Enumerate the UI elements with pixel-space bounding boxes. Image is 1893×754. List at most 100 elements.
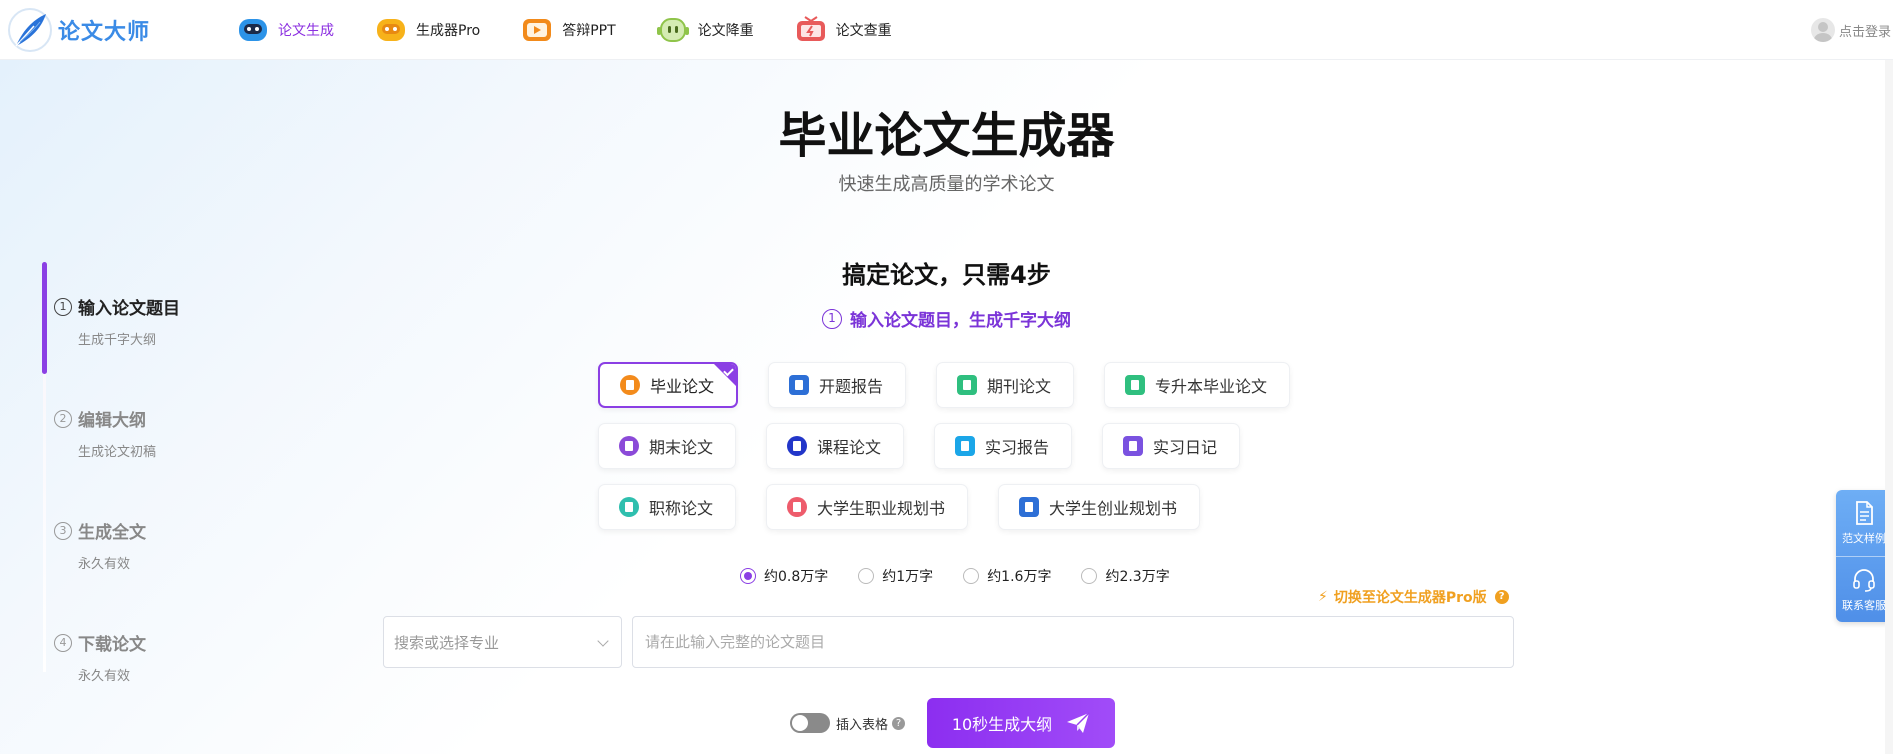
floating-side-bar: 范文样例 联系客服 [1836,490,1892,622]
startup-icon [1019,497,1040,517]
word-count-label: 约2.3万字 [1105,569,1170,585]
paper-type-label: 期末论文 [649,438,714,457]
help-icon[interactable]: ? [892,716,906,730]
generate-outline-button[interactable]: 10秒生成大纲 [927,698,1115,748]
paper-type-label: 毕业论文 [650,377,715,396]
float-label: 联系客服 [1842,598,1886,612]
page-subtitle: 快速生成高质量的学术论文 [838,174,1055,195]
page-scrollbar[interactable] [1885,60,1893,754]
word-count-label: 约0.8万字 [764,569,829,585]
feather-pen-logo-icon [8,8,52,52]
paper-type-proposal[interactable]: 开题报告 [768,362,907,408]
step-3[interactable]: 3 生成全文 永久有效 [54,518,146,572]
nav-item-paper-generate[interactable]: 论文生成 [236,12,334,48]
top-header: 论文大师 论文生成 生成器Pro 答辩PPT 论文降重 论文查重 点击登录 [0,0,1893,60]
insert-table-toggle-group: 插入表格 ? [790,713,906,733]
chevron-down-icon [597,635,609,647]
major-select-placeholder: 搜索或选择专业 [394,633,500,652]
paper-type-label: 实习日记 [1153,438,1218,457]
step-title: 编辑大纲 [78,411,146,431]
paper-type-upgrade-graduation[interactable]: 专升本毕业论文 [1104,362,1291,408]
green-robot-icon [656,18,689,42]
contact-support-button[interactable]: 联系客服 [1836,556,1892,622]
paper-type-startup-plan[interactable]: 大学生创业规划书 [998,484,1201,530]
float-label: 范文样例 [1842,532,1886,545]
word-count-label: 约1万字 [882,569,934,585]
paper-type-course[interactable]: 课程论文 [766,423,905,469]
word-count-option-0-8w[interactable]: 约0.8万字 [740,566,828,586]
list-icon [955,436,976,456]
help-icon[interactable]: ? [1494,590,1509,604]
paper-type-row: 毕业论文 开题报告 期刊论文 专升本毕业论文 [598,362,1338,408]
paper-type-professional-title[interactable]: 职称论文 [598,484,737,530]
paper-title-input[interactable] [632,616,1514,668]
paper-type-label: 实习报告 [985,438,1050,457]
login-button[interactable]: 点击登录 [1810,18,1891,42]
paper-type-graduation[interactable]: 毕业论文 [598,362,739,408]
step-subtitle: 永久有效 [78,557,131,572]
radio-button[interactable] [858,568,875,584]
pencil-icon [1123,436,1144,456]
insert-table-toggle[interactable] [790,713,830,733]
nav-item-plagiarism-check[interactable]: 论文查重 [794,12,892,48]
step-title: 生成全文 [78,523,146,543]
login-label: 点击登录 [1838,24,1891,40]
paper-type-career-plan[interactable]: 大学生职业规划书 [766,484,969,530]
paper-type-label: 职称论文 [649,499,714,518]
nav-label: 论文降重 [697,23,754,39]
paper-type-final-exam[interactable]: 期末论文 [598,423,737,469]
radio-button[interactable] [740,568,756,584]
paper-plane-icon [1067,712,1090,733]
exam-icon [619,436,639,456]
radio-button[interactable] [963,568,980,584]
nav-label: 论文查重 [835,23,892,39]
report-icon [789,375,810,395]
current-step-number: 1 [822,308,842,329]
avatar-icon [1810,18,1835,42]
headset-icon [1853,568,1875,592]
journal-icon [957,375,978,395]
paper-type-label: 开题报告 [819,377,884,396]
nav-item-defense-ppt[interactable]: 答辩PPT [520,12,616,48]
nav-label: 论文生成 [278,23,334,39]
brand-logo[interactable]: 论文大师 [6,6,150,54]
word-count-option-2-3w[interactable]: 约2.3万字 [1081,566,1170,586]
switch-to-pro-link[interactable]: ⚡ 切换至论文生成器Pro版 ? [1318,587,1509,607]
certificate-icon [619,497,639,517]
career-icon [787,497,808,517]
robot-icon [239,19,267,41]
paper-type-journal[interactable]: 期刊论文 [936,362,1075,408]
paper-type-label: 课程论文 [817,438,882,457]
paper-type-row: 职称论文 大学生职业规划书 大学生创业规划书 [598,484,1338,530]
step-4[interactable]: 4 下载论文 永久有效 [54,630,146,684]
paper-type-internship-report[interactable]: 实习报告 [934,423,1073,469]
page-title: 毕业论文生成器 [778,108,1115,164]
step-2[interactable]: 2 编辑大纲 生成论文初稿 [54,406,156,460]
step-title: 下载论文 [78,635,146,655]
word-count-options: 约0.8万字 约1万字 约1.6万字 约2.3万字 [740,566,1200,586]
sample-papers-button[interactable]: 范文样例 [1836,490,1892,556]
main-nav: 论文生成 生成器Pro 答辩PPT 论文降重 论文查重 [236,12,932,48]
nav-label: 答辩PPT [562,23,616,39]
step-number: 3 [54,521,72,540]
step-number: 4 [54,633,72,652]
nav-item-generator-pro[interactable]: 生成器Pro [374,12,480,48]
step-subtitle: 永久有效 [78,669,131,684]
paper-type-label: 期刊论文 [987,377,1052,396]
course-icon [787,436,808,456]
step-number: 2 [54,409,72,428]
step-subtitle: 生成千字大纲 [78,333,157,348]
step-subtitle: 生成论文初稿 [78,445,157,460]
word-count-option-1w[interactable]: 约1万字 [858,566,933,586]
robot-pro-icon [377,19,405,41]
radio-button[interactable] [1081,568,1098,584]
paper-type-internship-diary[interactable]: 实习日记 [1102,423,1241,469]
major-select[interactable]: 搜索或选择专业 [383,616,622,668]
word-count-option-1-6w[interactable]: 约1.6万字 [963,566,1051,586]
lightning-icon: ⚡ [1318,589,1328,605]
paper-type-row: 期末论文 课程论文 实习报告 实习日记 [598,423,1338,469]
generate-button-label: 10秒生成大纲 [951,715,1053,734]
pro-switch-label: 切换至论文生成器Pro版 [1333,590,1487,606]
nav-item-paper-rewrite[interactable]: 论文降重 [656,12,754,48]
brand-name: 论文大师 [58,20,151,45]
